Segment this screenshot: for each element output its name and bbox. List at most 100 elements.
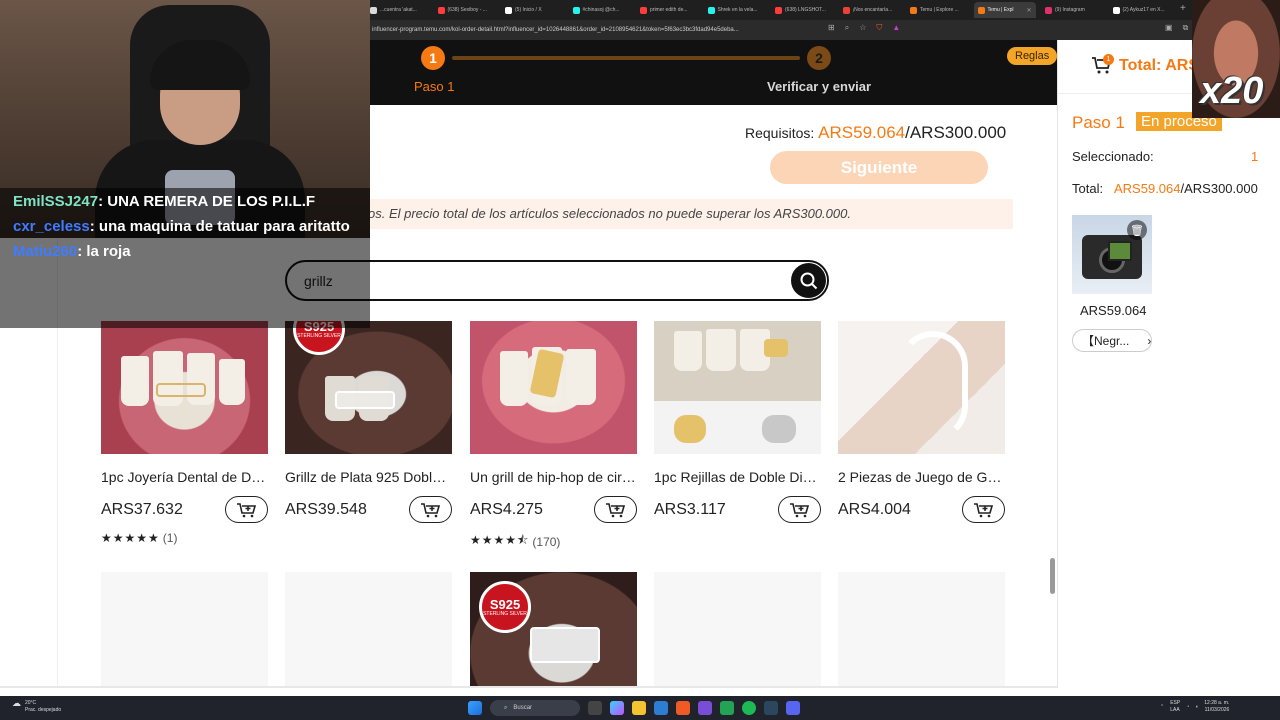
trash-icon[interactable]: 🗑 — [1127, 220, 1147, 240]
product-image[interactable] — [101, 321, 268, 454]
tab-title: (2) Aykuz17 en X... — [1122, 7, 1165, 13]
tray-arrow-icon[interactable]: ⌃ — [1160, 704, 1164, 710]
total-max: /ARS300.000 — [1180, 181, 1258, 196]
product-card-loading[interactable] — [285, 572, 452, 688]
steam-icon[interactable] — [764, 701, 778, 715]
language-indicator[interactable]: ESP — [1170, 700, 1180, 706]
product-image-placeholder — [654, 572, 821, 688]
variant-selector[interactable]: 【Negr... › — [1072, 329, 1152, 352]
product-name[interactable]: 1pc Rejillas de Doble Die... — [654, 469, 821, 485]
product-card[interactable]: 1pc Joyería Dental de Do... ARS37.632 ★★… — [101, 321, 268, 545]
zoom-icon[interactable]: ⌕ — [845, 23, 849, 33]
app-icon[interactable] — [698, 701, 712, 715]
product-image[interactable]: S925STERLING SILVER — [470, 572, 637, 688]
product-card[interactable]: S925STERLING SILVER Grillz de Plata 925 … — [285, 321, 452, 523]
scrollbar-thumb[interactable] — [1050, 558, 1055, 594]
store-icon[interactable] — [654, 701, 668, 715]
selected-label: Seleccionado: — [1072, 149, 1154, 164]
sidebar-icon[interactable]: ▣ — [1165, 23, 1173, 33]
tab-favicon-icon — [1045, 6, 1052, 14]
app-icon[interactable] — [720, 701, 734, 715]
spotify-icon[interactable] — [742, 701, 756, 715]
product-name[interactable]: Un grill de hip-hop de circ... — [470, 469, 637, 485]
product-price: ARS4.275 — [470, 501, 543, 518]
add-to-cart-button[interactable] — [225, 496, 268, 523]
browser-tab[interactable]: ¡Nos encantaría... — [839, 2, 901, 18]
product-card-loading[interactable] — [838, 572, 1005, 688]
selection-panel: 1 Total: ARS Paso 1 En proceso Seleccion… — [1057, 40, 1280, 688]
translate-icon[interactable]: ⊞ — [828, 23, 835, 33]
product-card-loading[interactable] — [654, 572, 821, 688]
volume-icon[interactable]: ◖ — [1195, 704, 1198, 710]
s925-badge: S925STERLING SILVER — [479, 581, 531, 633]
add-to-cart-button[interactable] — [962, 496, 1005, 523]
browser-tab[interactable]: (9) Instagram — [1041, 2, 1103, 18]
product-image[interactable]: S925STERLING SILVER — [285, 321, 452, 454]
next-button[interactable]: Siguiente — [770, 151, 988, 184]
review-count: (170) — [532, 534, 561, 549]
product-card[interactable]: 1pc Rejillas de Doble Die... ARS3.117 — [654, 321, 821, 523]
clock[interactable]: 12:28 a. m. 11/03/2026 — [1204, 700, 1229, 714]
browser-tab[interactable]: (638) LNGSHOT... — [771, 2, 833, 18]
file-explorer-icon[interactable] — [632, 701, 646, 715]
url-field[interactable]: influencer-program.temu.com/kol-order-de… — [372, 23, 862, 37]
browser-tab[interactable]: (5) Inicio / X — [501, 2, 563, 18]
extensions-icon[interactable]: ⧉ — [1183, 23, 1189, 33]
rules-button[interactable]: Reglas — [1007, 47, 1058, 65]
browser-tab[interactable]: (638) Sexiboy - ... — [434, 2, 496, 18]
panel-total-heading: Total: ARS — [1119, 57, 1199, 74]
product-card-loading[interactable] — [101, 572, 268, 688]
add-to-cart-button[interactable] — [594, 496, 637, 523]
weather-icon: ☁ — [12, 698, 21, 708]
brave-shield-icon[interactable]: ⛉ — [876, 23, 882, 33]
bookmark-icon[interactable]: ☆ — [859, 23, 866, 33]
product-card[interactable]: S925 STERLING SILVER — [470, 572, 637, 688]
add-to-cart-button[interactable] — [778, 496, 821, 523]
product-price: ARS4.004 — [838, 501, 911, 518]
copilot-icon[interactable] — [610, 701, 624, 715]
tab-favicon-icon — [910, 6, 917, 14]
star-icons: ★★★★★ — [101, 531, 160, 545]
product-card[interactable]: Un grill de hip-hop de circ... ARS4.275 … — [470, 321, 637, 552]
product-name[interactable]: Grillz de Plata 925 Doble ... — [285, 469, 452, 485]
multiplier-text: x20 — [1200, 70, 1264, 112]
taskbar-search[interactable]: ⌕ Buscar — [490, 700, 580, 716]
brave-rewards-icon[interactable]: ▲ — [892, 23, 900, 33]
discord-icon[interactable] — [786, 701, 800, 715]
product-card[interactable]: 2 Piezas de Juego de Gril... ARS4.004 — [838, 321, 1005, 523]
product-name[interactable]: 1pc Joyería Dental de Do... — [101, 469, 268, 485]
browser-tab[interactable]: ...cuentra 'akat... — [366, 2, 428, 18]
vertical-scrollbar[interactable] — [1047, 322, 1057, 688]
camera-image — [1082, 235, 1142, 279]
tab-title: (638) LNGSHOT... — [785, 7, 826, 13]
selected-item-price: ARS59.064 — [1080, 303, 1147, 318]
horizontal-scrollbar[interactable] — [0, 686, 1057, 688]
tab-title: #chinasoj @ch... — [582, 7, 620, 13]
browser-tab[interactable]: Shrek en la vela... — [704, 2, 766, 18]
add-to-cart-button[interactable] — [409, 496, 452, 523]
browser-tab[interactable]: (2) Aykuz17 en X... — [1109, 2, 1171, 18]
tab-title: Shrek en la vela... — [717, 7, 758, 13]
product-image[interactable] — [654, 321, 821, 454]
product-name[interactable]: 2 Piezas de Juego de Gril... — [838, 469, 1005, 485]
browser-tab[interactable]: Temu | Explore ... — [906, 2, 968, 18]
browser-tab[interactable]: primer edith de... — [636, 2, 698, 18]
search-button[interactable] — [791, 263, 826, 298]
weather-temp: 20°C — [25, 700, 37, 706]
windows-taskbar: ☁ 20°C Prac. despejado ⌕ Buscar ⌃ ESP LAA ◔… — [0, 696, 1280, 720]
close-tab-icon[interactable]: ✕ — [1026, 7, 1031, 14]
product-image[interactable] — [838, 321, 1005, 454]
brave-icon[interactable] — [676, 701, 690, 715]
browser-tab[interactable]: #chinasoj @ch... — [569, 2, 631, 18]
chat-username: EmilSSJ247 — [13, 193, 99, 210]
selected-item-thumbnail[interactable]: 🗑 — [1072, 215, 1152, 294]
add-cart-icon — [420, 502, 440, 517]
windows-start-icon[interactable] — [468, 701, 482, 715]
weather-widget[interactable]: ☁ 20°C Prac. despejado — [12, 698, 61, 714]
task-view-icon[interactable] — [588, 701, 602, 715]
new-tab-button[interactable]: + — [1180, 3, 1186, 14]
product-image[interactable] — [470, 321, 637, 454]
browser-tab[interactable]: Temu | Expl ✕ — [973, 2, 1036, 18]
tab-favicon-icon — [505, 6, 512, 14]
network-icon[interactable]: ◔ — [1186, 704, 1189, 710]
